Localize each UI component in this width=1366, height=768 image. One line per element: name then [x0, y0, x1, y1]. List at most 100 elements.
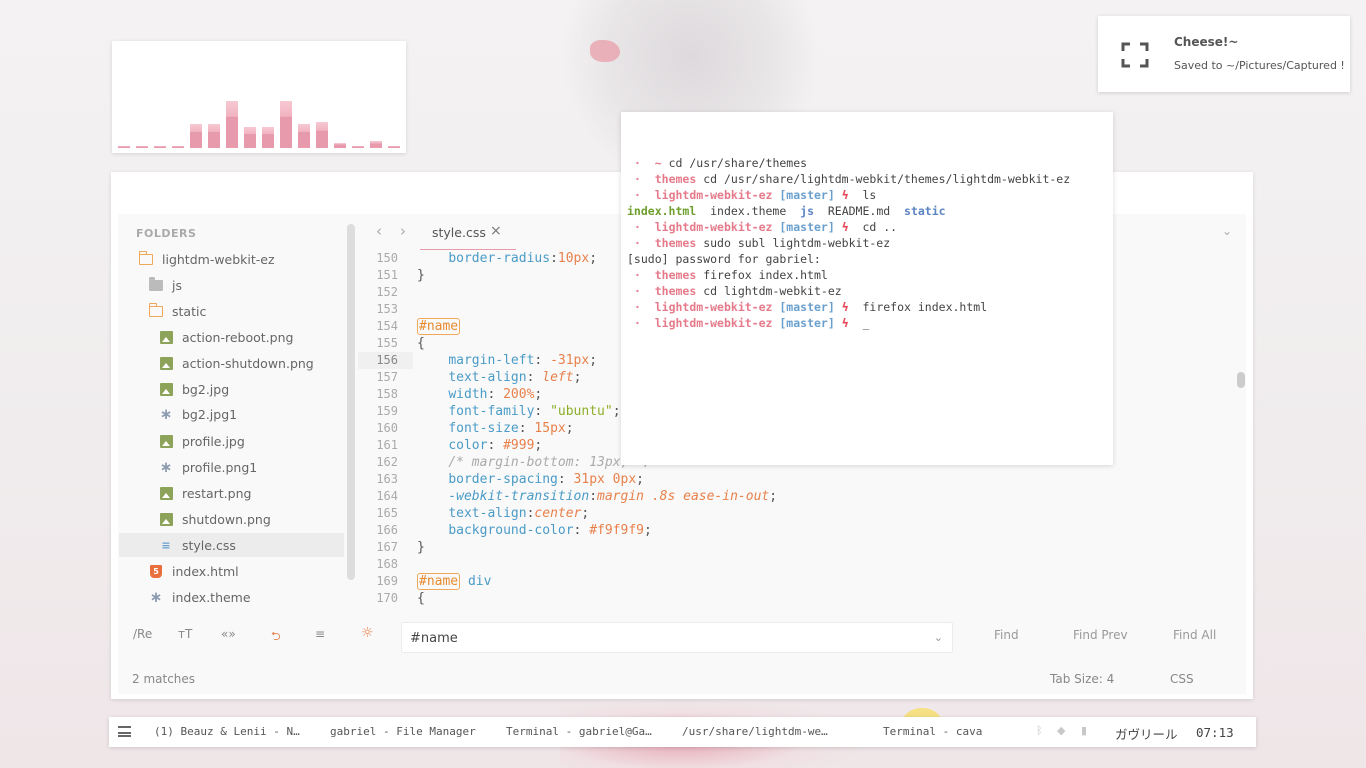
code-line: -webkit-transition:margin .8s ease-in-ou… [448, 489, 778, 504]
prompt-git-branch: [master] [779, 220, 835, 234]
bluetooth-icon[interactable]: ᛒ [1036, 724, 1043, 737]
prompt-directory: lightdm-webkit-ez [654, 220, 773, 234]
sidebar-item-label: lightdm-webkit-ez [162, 251, 275, 267]
terminal-command: _ [848, 316, 870, 330]
task-file-manager[interactable]: gabriel - File Manager [330, 725, 476, 738]
sidebar-item-restart[interactable]: restart.png [158, 481, 251, 505]
prompt-dot: · [633, 236, 641, 250]
tab-style-css[interactable]: style.css × [420, 214, 518, 250]
in-selection-toggle[interactable]: ≡ [315, 627, 325, 641]
tab-list-dropdown[interactable]: ⌄ [1222, 224, 1232, 238]
task-music-player[interactable]: (1) Beauz & Lenii - N… [154, 725, 300, 738]
terminal-command: ls [848, 188, 877, 202]
find-all-button[interactable]: Find All [1173, 628, 1216, 642]
tab-close-button[interactable]: × [490, 223, 502, 239]
tab-forward-button[interactable]: › [400, 222, 406, 240]
tab-label: style.css [432, 225, 486, 240]
prompt-directory: lightdm-webkit-ez [654, 300, 773, 314]
sidebar-scrollbar[interactable] [347, 224, 355, 580]
find-bar: /Re ᴛT «» ⮌ ≡ ☼ #name ⌄ Find Find Prev F… [118, 616, 1246, 660]
editor-scrollbar-thumb[interactable] [1237, 372, 1245, 388]
code-line: #name div [417, 573, 1217, 590]
cava-bar [352, 146, 364, 148]
cava-bar [370, 141, 382, 148]
sidebar-item-action-reboot[interactable]: action-reboot.png [158, 325, 293, 349]
battery-icon[interactable]: ▮ [1081, 724, 1087, 737]
syntax-selector[interactable]: CSS [1170, 672, 1194, 686]
terminal-line: · ~ cd /usr/share/themes [627, 155, 1070, 171]
prompt-directory: lightdm-webkit-ez [654, 188, 773, 202]
task-terminal-cava[interactable]: Terminal - cava [883, 725, 982, 738]
line-number: 155 [376, 336, 398, 350]
find-input[interactable]: #name ⌄ [401, 622, 953, 653]
css-value: 200% [503, 387, 535, 402]
tab-back-button[interactable]: ‹ [376, 222, 382, 240]
prompt-dot: · [633, 172, 641, 186]
notification-message: Saved to ~/Pictures/Captured ! [1174, 59, 1345, 72]
task-terminal[interactable]: Terminal - gabriel@Ga… [506, 725, 652, 738]
sidebar-item-index-html[interactable]: 5 index.html [148, 559, 239, 583]
prompt-dot: · [633, 268, 641, 282]
cava-bar [172, 146, 184, 148]
prompt-directory: themes [654, 284, 697, 298]
terminal-command: cd /usr/share/lightdm-webkit/themes/ligh… [696, 172, 1071, 186]
sidebar-item-js[interactable]: js [148, 273, 182, 297]
sidebar-item-label: restart.png [182, 485, 252, 501]
css-value: center [534, 506, 582, 521]
line-number: 154 [376, 319, 398, 333]
css-property: text-align [448, 370, 527, 385]
tab-size-selector[interactable]: Tab Size: 4 [1050, 672, 1114, 686]
line-number: 163 [376, 472, 398, 486]
ls-entry: js [800, 204, 814, 218]
line-number: 162 [376, 455, 398, 469]
css-value: #999 [503, 438, 535, 453]
whole-word-toggle[interactable]: «» [221, 627, 236, 641]
find-prev-button[interactable]: Find Prev [1073, 628, 1128, 642]
line-number: 167 [376, 540, 398, 554]
prompt-bolt-icon: ϟ [841, 316, 849, 330]
sidebar-item-style-css[interactable]: ≡ style.css [119, 533, 344, 557]
sidebar-item-action-shutdown[interactable]: action-shutdown.png [158, 351, 314, 375]
notification-popup[interactable]: Cheese!~ Saved to ~/Pictures/Captured ! [1098, 16, 1350, 92]
css-tag: div [467, 574, 492, 589]
chevron-down-icon[interactable]: ⌄ [934, 631, 943, 644]
task-sublime[interactable]: /usr/share/lightdm-we… [682, 725, 828, 738]
clock[interactable]: 07:13 [1196, 725, 1234, 740]
user-name: ガヴリール [1115, 727, 1178, 742]
sidebar-item-static[interactable]: static [148, 299, 206, 323]
sidebar-item-lightdm-webkit-ez[interactable]: lightdm-webkit-ez [138, 247, 275, 271]
cava-bar [136, 146, 148, 148]
image-icon [158, 486, 174, 500]
terminal-command: cd .. [848, 220, 898, 234]
sidebar-item-profile-jpg[interactable]: profile.jpg [158, 429, 245, 453]
sidebar-item-profile-png1[interactable]: ∗ profile.png1 [158, 455, 258, 479]
sidebar-item-shutdown[interactable]: shutdown.png [158, 507, 271, 531]
sidebar-item-index-theme[interactable]: ∗ index.theme [148, 585, 251, 609]
css-property: -webkit-transition [448, 489, 590, 504]
terminal-line: · themes cd /usr/share/lightdm-webkit/th… [627, 171, 1070, 187]
highlight-matches-toggle[interactable]: ☼ [361, 625, 374, 641]
wallpaper-bow [590, 40, 620, 62]
prompt-bolt-icon: ϟ [841, 220, 849, 234]
css-property: margin-left [448, 353, 535, 368]
regex-toggle[interactable]: /Re [133, 627, 152, 641]
terminal-window[interactable]: · ~ cd /usr/share/themes · themes cd /us… [621, 112, 1113, 465]
line-number: 157 [376, 370, 398, 384]
line-number: 169 [376, 574, 398, 588]
image-icon [158, 330, 174, 344]
find-button[interactable]: Find [994, 628, 1019, 642]
wrap-toggle[interactable]: ⮌ [271, 627, 281, 648]
css-property: text-align [448, 506, 527, 521]
sidebar-item-bg2-jpg1[interactable]: ∗ bg2.jpg1 [158, 402, 237, 426]
cava-bar [244, 127, 256, 148]
css-value: 15px [534, 421, 566, 436]
cava-bar [280, 101, 292, 148]
sidebar-item-bg2-jpg[interactable]: bg2.jpg [158, 377, 229, 401]
terminal-line: · themes sudo subl lightdm-webkit-ez [627, 235, 1070, 251]
case-sensitive-toggle[interactable]: ᴛT [178, 627, 192, 641]
css-value: "ubuntu" [550, 404, 613, 419]
menu-icon[interactable] [118, 726, 131, 737]
sidebar-item-label: index.theme [172, 589, 251, 605]
terminal-output: · ~ cd /usr/share/themes · themes cd /us… [627, 155, 1070, 331]
wifi-icon[interactable]: ◆ [1057, 724, 1065, 737]
